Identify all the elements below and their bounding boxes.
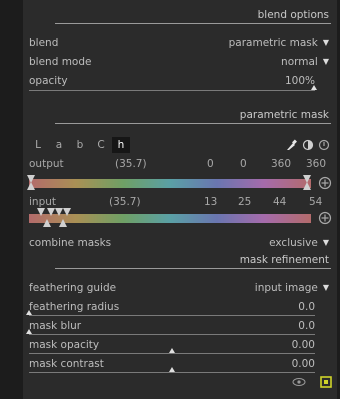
tab-b[interactable]: b xyxy=(71,137,89,153)
feathering-guide-label: feathering guide xyxy=(29,282,117,294)
mask-opacity-track[interactable] xyxy=(29,353,315,354)
input-marker-top-1[interactable] xyxy=(37,208,45,216)
feathering-radius-label: feathering radius xyxy=(29,301,120,313)
input-marker-top-4[interactable] xyxy=(63,208,71,216)
input-value-4: 54 xyxy=(309,196,323,208)
output-gradient[interactable] xyxy=(29,179,311,188)
reset-icon[interactable] xyxy=(318,139,330,151)
mask-contrast-value: 0.00 xyxy=(291,358,315,370)
output-value-3: 360 xyxy=(271,158,292,170)
add-plus-circle-icon[interactable] xyxy=(318,176,332,190)
section-title: parametric mask xyxy=(239,109,329,121)
section-header-blend-options: blend options xyxy=(55,8,331,24)
feathering-guide-combobox[interactable]: feathering guide input image ▼ xyxy=(29,281,329,295)
eye-icon[interactable] xyxy=(292,377,306,387)
feathering-radius-slider[interactable]: feathering radius 0.0 xyxy=(29,300,329,314)
mask-opacity-value: 0.00 xyxy=(291,339,315,351)
blend-mode-value: normal xyxy=(281,56,318,68)
dropdown-arrow-icon: ▼ xyxy=(322,38,329,47)
tab-L[interactable]: L xyxy=(29,137,47,153)
blend-panel: blend options blend parametric mask ▼ ble… xyxy=(23,0,337,399)
output-label: output xyxy=(29,158,64,170)
invert-polarity-icon[interactable] xyxy=(302,139,314,151)
input-value-1: 13 xyxy=(204,196,218,208)
opacity-slider[interactable]: opacity 100% xyxy=(29,74,329,88)
section-title: blend options xyxy=(257,9,329,21)
mask-blur-slider[interactable]: mask blur 0.0 xyxy=(29,319,329,333)
input-value-2: 25 xyxy=(238,196,252,208)
input-marker-bottom-1[interactable] xyxy=(43,219,51,227)
blend-combobox[interactable]: blend parametric mask ▼ xyxy=(29,36,329,50)
output-value-2: 0 xyxy=(240,158,247,170)
feathering-radius-track[interactable] xyxy=(29,315,315,316)
output-picker-value: (35.7) xyxy=(115,158,147,170)
feathering-radius-value: 0.0 xyxy=(298,301,315,313)
section-title: mask refinement xyxy=(239,254,329,266)
input-marker-top-2[interactable] xyxy=(47,208,55,216)
mask-blur-track[interactable] xyxy=(29,334,315,335)
mask-contrast-track[interactable] xyxy=(29,372,315,373)
mask-contrast-marker[interactable] xyxy=(169,367,175,372)
input-gradient[interactable] xyxy=(29,214,311,223)
blend-value: parametric mask xyxy=(228,37,318,49)
divider xyxy=(55,268,331,269)
input-marker-top-3[interactable] xyxy=(55,208,63,216)
mask-opacity-label: mask opacity xyxy=(29,339,100,351)
output-header: output (35.7) 0 0 360 360 xyxy=(29,157,329,171)
mask-blur-value: 0.0 xyxy=(298,320,315,332)
section-header-parametric-mask: parametric mask xyxy=(55,108,331,124)
input-header: input (35.7) 13 25 44 54 xyxy=(29,195,329,209)
opacity-track[interactable] xyxy=(29,90,315,91)
color-picker-icon[interactable] xyxy=(285,139,297,151)
mask-opacity-marker[interactable] xyxy=(169,348,175,353)
feathering-guide-value: input image xyxy=(254,282,318,294)
blend-label: blend xyxy=(29,37,59,49)
add-plus-circle-icon[interactable] xyxy=(318,211,332,225)
dropdown-arrow-icon: ▼ xyxy=(322,238,329,247)
tab-C[interactable]: C xyxy=(92,137,110,153)
mask-blur-label: mask blur xyxy=(29,320,82,332)
tab-h[interactable]: h xyxy=(112,137,130,153)
dropdown-arrow-icon: ▼ xyxy=(322,283,329,292)
mask-contrast-slider[interactable]: mask contrast 0.00 xyxy=(29,357,329,371)
section-header-mask-refinement: mask refinement xyxy=(55,253,331,269)
mask-opacity-slider[interactable]: mask opacity 0.00 xyxy=(29,338,329,352)
input-label: input xyxy=(29,196,57,208)
blend-mode-label: blend mode xyxy=(29,56,92,68)
output-value-1: 0 xyxy=(207,158,214,170)
combine-masks-combobox[interactable]: combine masks exclusive ▼ xyxy=(29,236,329,250)
blend-mode-combobox[interactable]: blend mode normal ▼ xyxy=(29,55,329,69)
combine-masks-value: exclusive xyxy=(269,237,318,249)
divider xyxy=(55,23,331,24)
mask-contrast-label: mask contrast xyxy=(29,358,104,370)
tab-a[interactable]: a xyxy=(50,137,68,153)
feathering-radius-marker[interactable] xyxy=(26,310,32,315)
input-value-3: 44 xyxy=(273,196,287,208)
mask-blur-marker[interactable] xyxy=(26,329,32,334)
mask-toggle-icon[interactable] xyxy=(320,376,332,388)
output-marker-bottom-left[interactable] xyxy=(27,182,35,190)
output-marker-bottom-right[interactable] xyxy=(303,182,311,190)
combine-masks-label: combine masks xyxy=(29,237,112,249)
input-marker-bottom-2[interactable] xyxy=(59,219,67,227)
output-value-4: 360 xyxy=(306,158,327,170)
dropdown-arrow-icon: ▼ xyxy=(322,57,329,66)
opacity-marker[interactable] xyxy=(311,85,317,90)
divider xyxy=(55,123,331,124)
input-picker-value: (35.7) xyxy=(109,196,141,208)
opacity-label: opacity xyxy=(29,75,68,87)
